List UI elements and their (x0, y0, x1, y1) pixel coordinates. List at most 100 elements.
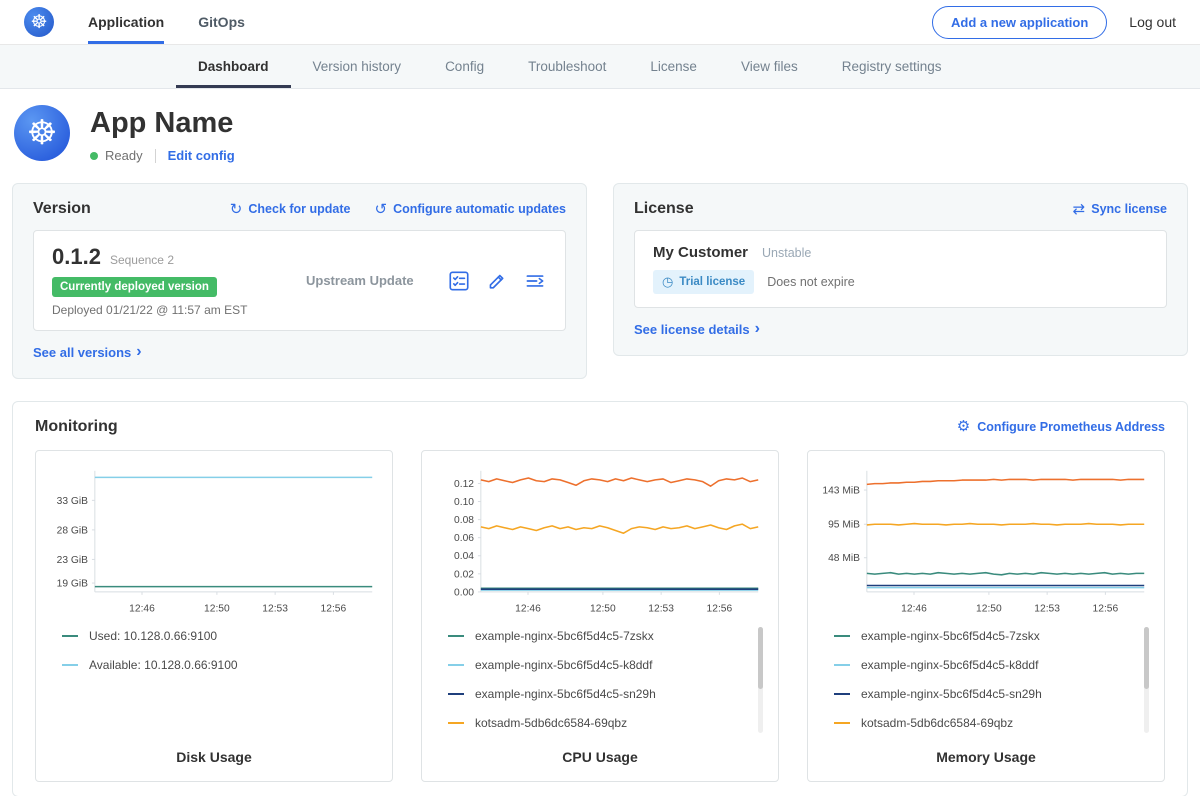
see-all-versions-link[interactable]: See all versions › (33, 344, 142, 360)
tab-troubleshoot[interactable]: Troubleshoot (506, 45, 628, 88)
tab-config[interactable]: Config (423, 45, 506, 88)
configure-prometheus-label: Configure Prometheus Address (977, 420, 1165, 434)
version-card-title: Version (33, 200, 91, 218)
svg-text:12:50: 12:50 (976, 603, 1002, 614)
legend-item: Used: 10.128.0.66:9100 (62, 629, 364, 643)
svg-text:12:53: 12:53 (262, 603, 288, 614)
legend-scrollbar-thumb[interactable] (1144, 627, 1149, 689)
disk-usage-card: 19 GiB23 GiB28 GiB33 GiB12:4612:5012:531… (35, 450, 393, 782)
svg-text:33 GiB: 33 GiB (57, 495, 88, 506)
legend-scrollbar-thumb[interactable] (758, 627, 763, 689)
version-card: Version ↻ Check for update ↺ Configure a… (12, 183, 587, 379)
svg-text:48 MiB: 48 MiB (828, 553, 860, 564)
release-notes-icon[interactable] (447, 269, 471, 293)
monitoring-section: Monitoring ⚙ Configure Prometheus Addres… (12, 401, 1188, 796)
deployed-timestamp: Deployed 01/21/22 @ 11:57 am EST (52, 303, 270, 317)
see-license-details-link[interactable]: See license details › (634, 321, 760, 337)
sequence-label: Sequence 2 (110, 253, 174, 267)
legend-label: example-nginx-5bc6f5d4c5-k8ddf (475, 658, 652, 672)
svg-text:12:46: 12:46 (129, 603, 155, 614)
see-all-versions-label: See all versions (33, 345, 131, 360)
svg-text:0.06: 0.06 (454, 533, 474, 544)
disk-usage-legend: Used: 10.128.0.66:9100Available: 10.128.… (46, 617, 382, 743)
svg-text:12:50: 12:50 (204, 603, 230, 614)
svg-text:0.08: 0.08 (454, 515, 474, 526)
tab-application[interactable]: Application (88, 0, 164, 44)
chart-title: CPU Usage (432, 743, 768, 773)
legend-label: kotsadm-5db6dc6584-69qbz (861, 716, 1013, 730)
summary-cards-row: Version ↻ Check for update ↺ Configure a… (0, 179, 1200, 379)
current-version-box: 0.1.2 Sequence 2 Currently deployed vers… (33, 230, 566, 331)
legend-label: example-nginx-5bc6f5d4c5-7zskx (861, 629, 1040, 643)
svg-text:95 MiB: 95 MiB (828, 519, 860, 530)
legend-item: example-nginx-5bc6f5d4c5-k8ddf (448, 658, 750, 672)
check-for-update-label: Check for update (248, 202, 350, 216)
logout-link[interactable]: Log out (1129, 14, 1176, 30)
legend-swatch (834, 693, 850, 695)
legend-swatch (62, 664, 78, 666)
legend-item: example-nginx-5bc6f5d4c5-sn29h (834, 687, 1136, 701)
kubernetes-wheel-glyph: ☸ (27, 116, 57, 150)
memory-usage-card: 48 MiB95 MiB143 MiB12:4612:5012:5312:56 … (807, 450, 1165, 782)
svg-text:0.02: 0.02 (454, 569, 474, 580)
configure-automatic-updates-label: Configure automatic updates (393, 202, 566, 216)
legend-scrollbar[interactable] (1144, 627, 1149, 733)
svg-text:12:46: 12:46 (901, 603, 927, 614)
legend-label: example-nginx-5bc6f5d4c5-sn29h (861, 687, 1042, 701)
trial-license-label: Trial license (679, 276, 745, 288)
clock-icon: ◷ (662, 274, 673, 290)
svg-text:28 GiB: 28 GiB (57, 525, 88, 536)
auto-update-icon: ↺ (374, 202, 387, 217)
channel-label: Unstable (762, 246, 811, 260)
configure-prometheus-link[interactable]: ⚙ Configure Prometheus Address (957, 419, 1165, 434)
legend-label: example-nginx-5bc6f5d4c5-7zskx (475, 629, 654, 643)
tab-version-history[interactable]: Version history (291, 45, 424, 88)
svg-text:0.00: 0.00 (454, 587, 474, 598)
cpu-usage-chart: 0.000.020.040.060.080.100.1212:4612:5012… (432, 463, 768, 617)
sync-icon: ⇄ (1073, 202, 1086, 217)
legend-label: example-nginx-5bc6f5d4c5-k8ddf (861, 658, 1038, 672)
tab-dashboard[interactable]: Dashboard (176, 45, 291, 88)
legend-scrollbar[interactable] (758, 627, 763, 733)
svg-text:12:50: 12:50 (590, 603, 616, 614)
expiration-label: Does not expire (767, 275, 855, 289)
svg-text:12:53: 12:53 (1034, 603, 1060, 614)
memory-usage-chart: 48 MiB95 MiB143 MiB12:4612:5012:5312:56 (818, 463, 1154, 617)
chevron-right-icon: › (755, 321, 760, 337)
svg-text:19 GiB: 19 GiB (57, 578, 88, 589)
upstream-update-label: Upstream Update (306, 273, 447, 288)
svg-text:23 GiB: 23 GiB (57, 554, 88, 565)
gear-icon: ⚙ (957, 419, 970, 434)
edit-config-icon[interactable] (485, 269, 509, 293)
customer-name: My Customer (653, 244, 748, 261)
add-application-button[interactable]: Add a new application (932, 6, 1107, 39)
svg-text:0.04: 0.04 (454, 551, 474, 562)
legend-swatch (448, 693, 464, 695)
license-details-box: My Customer Unstable ◷ Trial license Doe… (634, 230, 1167, 308)
svg-text:12:53: 12:53 (648, 603, 674, 614)
sync-license-link[interactable]: ⇄ Sync license (1073, 202, 1167, 217)
app-status-label: Ready (105, 148, 143, 163)
tab-license[interactable]: License (628, 45, 719, 88)
svg-text:0.10: 0.10 (454, 496, 474, 507)
app-header: ☸ App Name Ready Edit config (0, 89, 1200, 179)
legend-label: Used: 10.128.0.66:9100 (89, 629, 217, 643)
license-card-title: License (634, 200, 694, 218)
legend-item: example-nginx-5bc6f5d4c5-7zskx (448, 629, 750, 643)
legend-label: example-nginx-5bc6f5d4c5-sn29h (475, 687, 656, 701)
chart-title: Disk Usage (46, 743, 382, 773)
tab-registry-settings[interactable]: Registry settings (820, 45, 964, 88)
ready-status-dot (90, 152, 98, 160)
cpu-usage-card: 0.000.020.040.060.080.100.1212:4612:5012… (421, 450, 779, 782)
disk-usage-chart: 19 GiB23 GiB28 GiB33 GiB12:4612:5012:531… (46, 463, 382, 617)
monitoring-title: Monitoring (35, 418, 118, 436)
tab-gitops[interactable]: GitOps (198, 0, 245, 44)
configure-automatic-updates-link[interactable]: ↺ Configure automatic updates (374, 202, 566, 217)
deploy-logs-icon[interactable] (523, 269, 547, 293)
edit-config-link[interactable]: Edit config (168, 148, 235, 163)
check-for-update-link[interactable]: ↻ Check for update (230, 202, 351, 217)
legend-swatch (448, 722, 464, 724)
license-card: License ⇄ Sync license My Customer Unsta… (613, 183, 1188, 356)
tab-view-files[interactable]: View files (719, 45, 820, 88)
legend-swatch (448, 664, 464, 666)
